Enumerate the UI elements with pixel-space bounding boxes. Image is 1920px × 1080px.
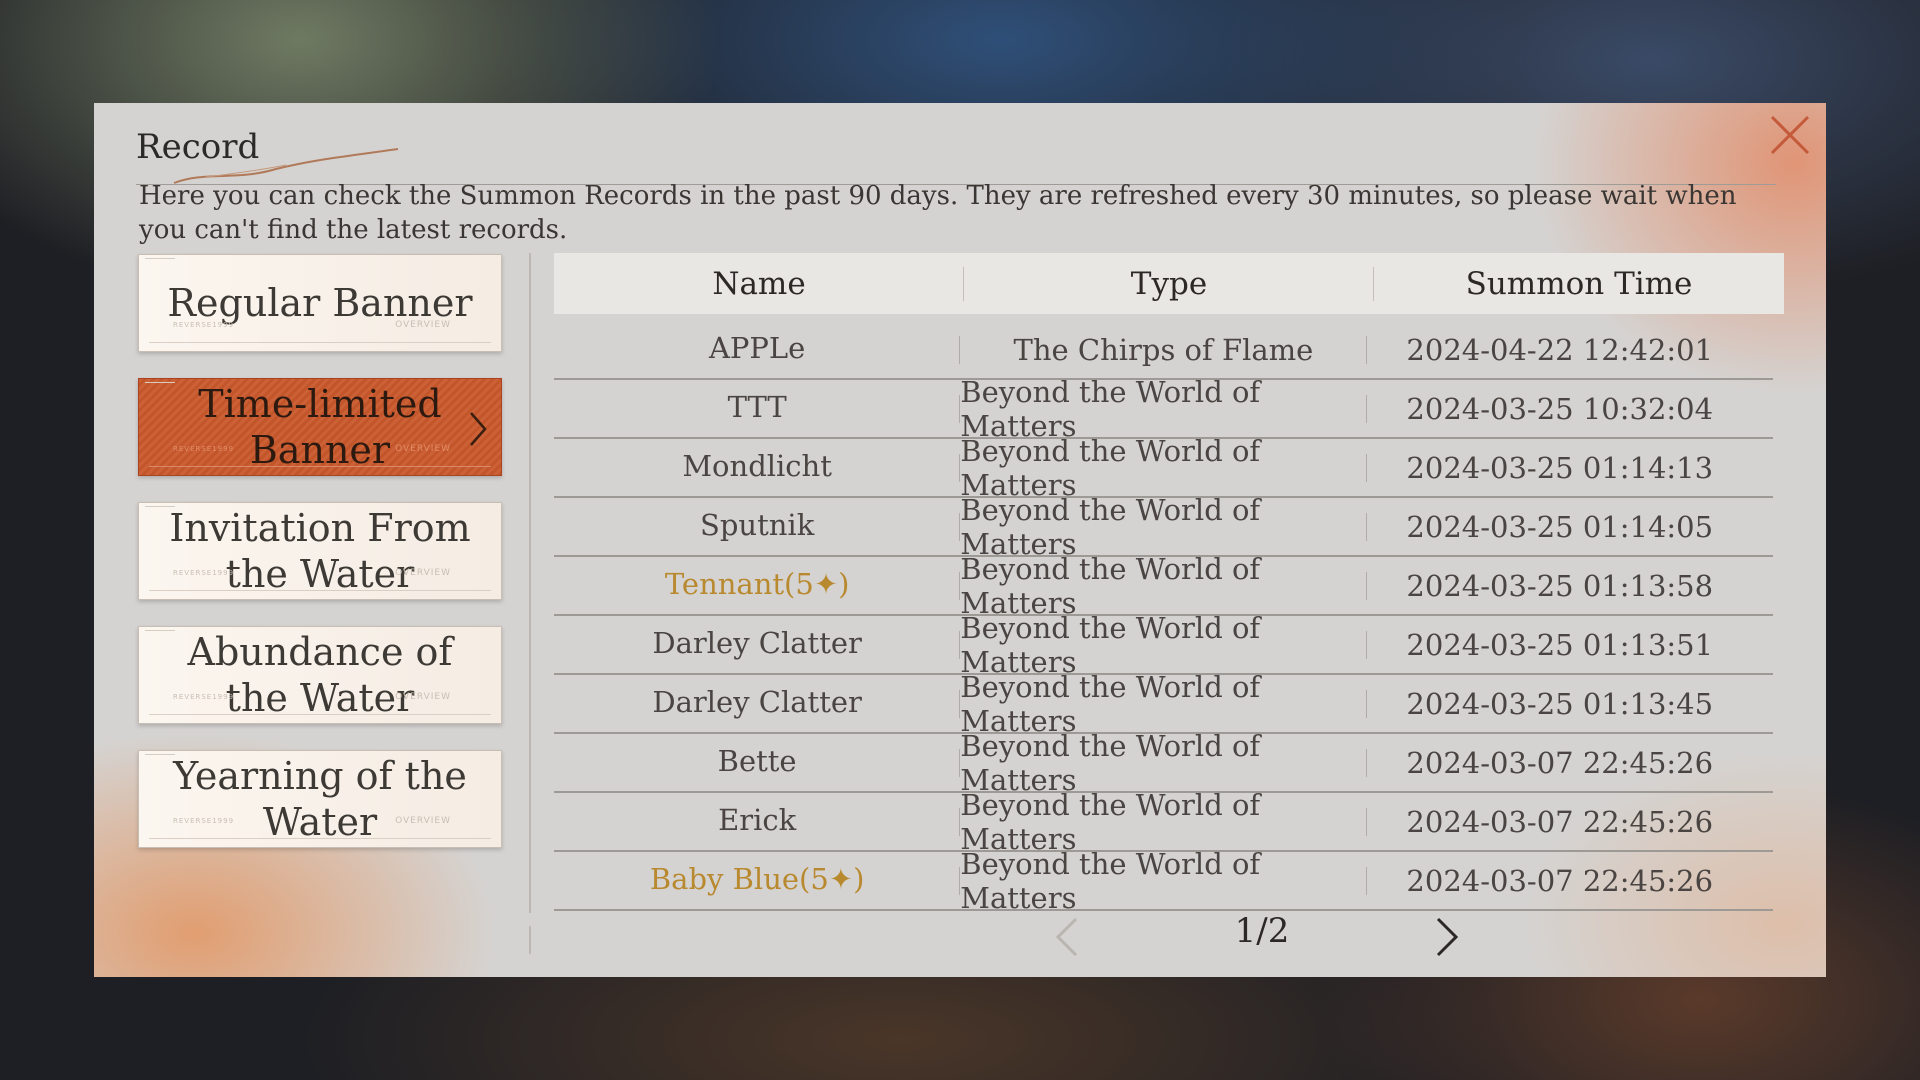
tab-corner-decoration <box>145 506 175 507</box>
banner-tab[interactable]: Yearning of the Water REVERSE1999 OVERVIEW <box>138 750 502 848</box>
vertical-divider-bottom <box>529 926 531 954</box>
table-header: Name Type Summon Time <box>554 253 1784 314</box>
tab-corner-decoration <box>145 382 175 383</box>
banner-tab[interactable]: Time-limited Banner REVERSE1999 OVERVIEW <box>138 378 502 476</box>
table-row: Erick Beyond the World of Matters 2024-03-… <box>554 788 1773 856</box>
table-row: Darley Clatter Beyond the World of Matter… <box>554 670 1773 738</box>
record-name: Darley Clatter <box>554 616 960 673</box>
record-type: Beyond the World of Matters <box>960 375 1366 443</box>
table-row: Darley Clatter Beyond the World of Matter… <box>554 611 1773 679</box>
record-dialog: Record Here you can check the Summon Rec… <box>94 103 1826 977</box>
chevron-right-icon[interactable] <box>1432 915 1462 959</box>
table-row: Tennant(5✦) Beyond the World of Matters 20… <box>554 552 1773 620</box>
record-name: Mondlicht <box>554 439 960 496</box>
record-summon-time: 2024-03-07 22:45:26 <box>1406 863 1714 898</box>
tab-decoration-left-text: REVERSE1999 <box>173 569 235 577</box>
tab-decoration-right-text: OVERVIEW <box>395 816 451 826</box>
tab-decoration-left-text: REVERSE1999 <box>173 445 235 453</box>
tab-corner-decoration <box>145 630 175 631</box>
record-summon-time: 2024-03-25 01:13:58 <box>1406 568 1714 603</box>
record-name: Tennant(5✦) <box>554 557 960 614</box>
record-name: APPLe <box>554 321 960 378</box>
record-summon-time: 2024-03-25 01:14:13 <box>1406 450 1714 485</box>
record-type: Beyond the World of Matters <box>960 670 1366 738</box>
record-type: Beyond the World of Matters <box>960 493 1366 561</box>
record-name: Erick <box>554 793 960 850</box>
header-type: Type <box>964 266 1374 302</box>
banner-tab[interactable]: Regular Banner REVERSE1999 OVERVIEW <box>138 254 502 352</box>
header-summon-time: Summon Time <box>1465 265 1693 302</box>
record-summon-time: 2024-03-07 22:45:26 <box>1406 804 1714 839</box>
record-name: Bette <box>554 734 960 791</box>
page-indicator: 1/2 <box>1234 911 1290 951</box>
banner-tab[interactable]: Abundance of the Water REVERSE1999 OVERVIE… <box>138 626 502 724</box>
record-type: Beyond the World of Matters <box>960 847 1366 915</box>
record-summon-time: 2024-03-25 01:14:05 <box>1406 509 1714 544</box>
record-summon-time: 2024-04-22 12:42:01 <box>1406 332 1714 367</box>
banner-tabs: Regular Banner REVERSE1999 OVERVIEW Time-li… <box>138 254 506 874</box>
header-name: Name <box>554 266 964 302</box>
record-type: Beyond the World of Matters <box>960 729 1366 797</box>
record-summon-time: 2024-03-25 10:32:04 <box>1406 391 1714 426</box>
chevron-right-icon <box>470 412 487 446</box>
tab-decoration-right-text: OVERVIEW <box>395 568 451 578</box>
record-name: Darley Clatter <box>554 675 960 732</box>
chevron-left-icon[interactable] <box>1052 915 1082 959</box>
tab-decoration-right-text: OVERVIEW <box>395 444 451 454</box>
table-body: APPLe The Chirps of Flame 2024-04-22 12:42… <box>554 321 1773 915</box>
record-name: Sputnik <box>554 498 960 555</box>
record-type: Beyond the World of Matters <box>960 788 1366 856</box>
table-row: TTT Beyond the World of Matters 2024-03-25… <box>554 375 1773 443</box>
vertical-divider <box>529 253 531 913</box>
record-type: Beyond the World of Matters <box>960 611 1366 679</box>
tab-decoration-right-text: OVERVIEW <box>395 320 451 330</box>
table-row: Mondlicht Beyond the World of Matters 2024… <box>554 434 1773 502</box>
tab-decoration-left-text: REVERSE1999 <box>173 693 235 701</box>
record-summon-time: 2024-03-25 01:13:51 <box>1406 627 1714 662</box>
record-type: Beyond the World of Matters <box>960 552 1366 620</box>
record-type: The Chirps of Flame <box>960 321 1366 378</box>
tab-decoration-right-text: OVERVIEW <box>395 692 451 702</box>
close-icon[interactable] <box>1766 111 1814 159</box>
dialog-description: Here you can check the Summon Records in… <box>139 181 1737 245</box>
record-summon-time: 2024-03-25 01:13:45 <box>1406 686 1714 721</box>
banner-tab[interactable]: Invitation From the Water REVERSE1999 OVER… <box>138 502 502 600</box>
record-name: Baby Blue(5✦) <box>554 852 960 909</box>
table-row: Sputnik Beyond the World of Matters 2024-0… <box>554 493 1773 561</box>
table-row: Bette Beyond the World of Matters 2024-03-… <box>554 729 1773 797</box>
record-name: TTT <box>554 380 960 437</box>
record-type: Beyond the World of Matters <box>960 434 1366 502</box>
summon-records-table: Name Type Summon Time APPLe The Chirps of… <box>554 253 1784 915</box>
tab-decoration-left-text: REVERSE1999 <box>173 321 235 329</box>
tab-corner-decoration <box>145 258 175 259</box>
tab-corner-decoration <box>145 754 175 755</box>
tab-decoration-left-text: REVERSE1999 <box>173 817 235 825</box>
pagination: 1/2 <box>1052 903 1472 963</box>
table-row: APPLe The Chirps of Flame 2024-04-22 12:42… <box>554 321 1773 380</box>
record-summon-time: 2024-03-07 22:45:26 <box>1406 745 1714 780</box>
